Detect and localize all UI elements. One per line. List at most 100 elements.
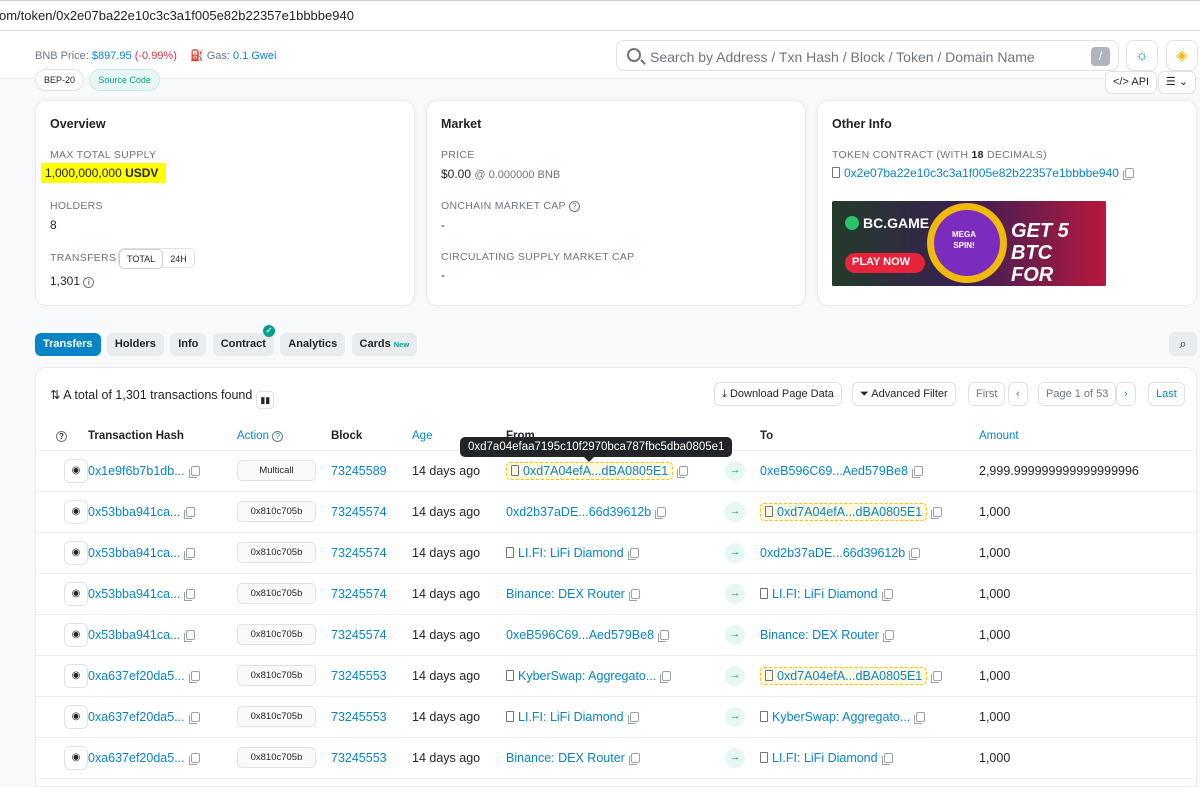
gas-value[interactable]: 0.1 Gwei bbox=[233, 50, 276, 62]
copy-icon[interactable] bbox=[881, 752, 893, 765]
toggle-24h[interactable]: 24H bbox=[163, 250, 194, 268]
to-address[interactable]: KyberSwap: Aggregato... bbox=[772, 710, 910, 724]
browser-url-bar[interactable]: om/token/0x2e07ba22e10c3c3a1f005e82b2235… bbox=[0, 0, 1200, 31]
tag-source-code[interactable]: Source Code bbox=[89, 69, 160, 91]
method-badge[interactable]: 0x810c705b bbox=[237, 624, 316, 645]
block-link[interactable]: 73245574 bbox=[331, 628, 387, 642]
eye-icon[interactable]: ◉ bbox=[64, 458, 88, 483]
copy-icon[interactable] bbox=[627, 711, 639, 724]
from-address[interactable]: Binance: DEX Router bbox=[506, 587, 625, 601]
tx-hash-link[interactable]: 0x53bba941ca... bbox=[88, 546, 180, 560]
copy-icon[interactable] bbox=[184, 506, 196, 519]
search-input[interactable]: Search by Address / Txn Hash / Block / T… bbox=[616, 40, 1119, 71]
token-contract-link[interactable]: 0x2e07ba22e10c3c3a1f005e82b22357e1bbbbe9… bbox=[844, 166, 1119, 180]
first-page-button[interactable]: First bbox=[968, 382, 1006, 406]
method-badge[interactable]: 0x810c705b bbox=[237, 665, 316, 686]
from-address[interactable]: 0xd2b37aDE...66d39612b bbox=[506, 505, 651, 519]
block-link[interactable]: 73245589 bbox=[331, 464, 387, 478]
tx-hash-link[interactable]: 0x53bba941ca... bbox=[88, 587, 180, 601]
tx-hash-link[interactable]: 0xa637ef20da5... bbox=[88, 751, 185, 765]
tab-info[interactable]: Info bbox=[170, 333, 207, 356]
eye-icon[interactable]: ◉ bbox=[64, 499, 88, 524]
copy-icon[interactable] bbox=[188, 670, 200, 683]
tx-hash-link[interactable]: 0x1e9f6b7b1db... bbox=[88, 464, 185, 478]
tx-hash-link[interactable]: 0xa637ef20da5... bbox=[88, 669, 185, 683]
block-link[interactable]: 73245553 bbox=[331, 669, 387, 683]
copy-icon[interactable] bbox=[184, 547, 196, 560]
method-badge[interactable]: 0x810c705b bbox=[237, 583, 316, 604]
tx-hash-link[interactable]: 0xa637ef20da5... bbox=[88, 710, 185, 724]
to-address[interactable]: 0xd7A04efA...dBA0805E1 bbox=[777, 669, 922, 683]
from-address[interactable]: LI.FI: LiFi Diamond bbox=[518, 710, 624, 724]
col-action[interactable]: Action ? bbox=[237, 423, 331, 451]
copy-icon[interactable] bbox=[627, 547, 639, 560]
to-address[interactable]: LI.FI: LiFi Diamond bbox=[772, 751, 878, 765]
copy-icon[interactable] bbox=[677, 465, 689, 478]
copy-icon[interactable] bbox=[184, 588, 196, 601]
block-link[interactable]: 73245553 bbox=[331, 710, 387, 724]
copy-icon[interactable] bbox=[881, 588, 893, 601]
eye-icon[interactable]: ◉ bbox=[64, 622, 88, 647]
copy-icon[interactable] bbox=[655, 506, 667, 519]
tx-hash-link[interactable]: 0x53bba941ca... bbox=[88, 505, 180, 519]
copy-icon[interactable] bbox=[188, 752, 200, 765]
block-link[interactable]: 73245553 bbox=[331, 751, 387, 765]
copy-icon[interactable] bbox=[628, 588, 640, 601]
copy-icon[interactable] bbox=[188, 711, 200, 724]
to-address[interactable]: 0xd7A04efA...dBA0805E1 bbox=[777, 505, 922, 519]
tab-holders[interactable]: Holders bbox=[106, 333, 164, 356]
chart-icon[interactable]: ▮▮ bbox=[256, 391, 275, 409]
copy-icon[interactable] bbox=[914, 711, 926, 724]
bnb-price-value[interactable]: $897.95 bbox=[92, 50, 132, 62]
method-badge[interactable]: 0x810c705b bbox=[237, 747, 316, 768]
copy-icon[interactable] bbox=[658, 629, 670, 642]
block-link[interactable]: 73245574 bbox=[331, 546, 387, 560]
block-link[interactable]: 73245574 bbox=[331, 587, 387, 601]
tab-contract[interactable]: Contract ✓ bbox=[212, 325, 275, 356]
info-icon[interactable]: i bbox=[83, 277, 95, 288]
method-badge[interactable]: 0x810c705b bbox=[237, 542, 316, 563]
eye-icon[interactable]: ◉ bbox=[64, 540, 88, 565]
from-address[interactable]: Binance: DEX Router bbox=[506, 751, 625, 765]
eye-icon[interactable]: ◉ bbox=[64, 663, 88, 688]
bnb-chain-icon[interactable]: ◈ bbox=[1166, 40, 1198, 71]
eye-icon[interactable]: ◉ bbox=[64, 704, 88, 729]
block-link[interactable]: 73245574 bbox=[331, 505, 387, 519]
to-address[interactable]: LI.FI: LiFi Diamond bbox=[772, 587, 878, 601]
ad-banner[interactable]: BC.GAME PLAY NOW MEGA SPIN! GET 5 BTC FOR … bbox=[832, 201, 1106, 286]
toggle-total[interactable]: TOTAL bbox=[119, 249, 164, 269]
copy-icon[interactable] bbox=[882, 629, 894, 642]
to-address[interactable]: 0xeB596C69...Aed579Be8 bbox=[760, 464, 908, 478]
copy-icon[interactable] bbox=[660, 670, 672, 683]
copy-icon[interactable] bbox=[931, 670, 943, 683]
tag-bep20[interactable]: BEP-20 bbox=[35, 69, 85, 91]
tab-cards[interactable]: Cards New bbox=[351, 333, 418, 356]
tx-hash-link[interactable]: 0x53bba941ca... bbox=[88, 628, 180, 642]
method-badge[interactable]: 0x810c705b bbox=[237, 501, 316, 522]
copy-icon[interactable] bbox=[909, 547, 921, 560]
question-icon[interactable]: ? bbox=[568, 201, 580, 212]
table-search-icon[interactable]: ⌕ bbox=[1169, 332, 1197, 356]
last-page-button[interactable]: Last bbox=[1148, 382, 1185, 406]
advanced-filter-button[interactable]: ⏷ Advanced Filter bbox=[852, 382, 956, 406]
to-address[interactable]: 0xd2b37aDE...66d39612b bbox=[760, 546, 905, 560]
eye-icon[interactable]: ◉ bbox=[64, 745, 88, 770]
copy-icon[interactable] bbox=[912, 465, 924, 478]
from-address[interactable]: KyberSwap: Aggregato... bbox=[518, 669, 656, 683]
copy-icon[interactable] bbox=[188, 465, 200, 478]
tab-analytics[interactable]: Analytics bbox=[280, 333, 346, 356]
theme-toggle-icon[interactable]: ☼ bbox=[1126, 40, 1158, 71]
copy-icon[interactable] bbox=[628, 752, 640, 765]
download-button[interactable]: ⤓ Download Page Data bbox=[714, 382, 842, 406]
next-page-button[interactable]: › bbox=[1116, 382, 1136, 406]
from-address[interactable]: LI.FI: LiFi Diamond bbox=[518, 546, 624, 560]
api-button[interactable]: </> API bbox=[1105, 71, 1158, 94]
copy-icon[interactable] bbox=[1122, 168, 1134, 180]
prev-page-button[interactable]: ‹ bbox=[1008, 382, 1028, 406]
copy-icon[interactable] bbox=[184, 629, 196, 642]
from-address[interactable]: 0xd7A04efA...dBA0805E1 bbox=[523, 464, 668, 478]
to-address[interactable]: Binance: DEX Router bbox=[760, 628, 879, 642]
eye-icon[interactable]: ◉ bbox=[64, 581, 88, 606]
copy-icon[interactable] bbox=[931, 506, 943, 519]
method-badge[interactable]: 0x810c705b bbox=[237, 706, 316, 727]
